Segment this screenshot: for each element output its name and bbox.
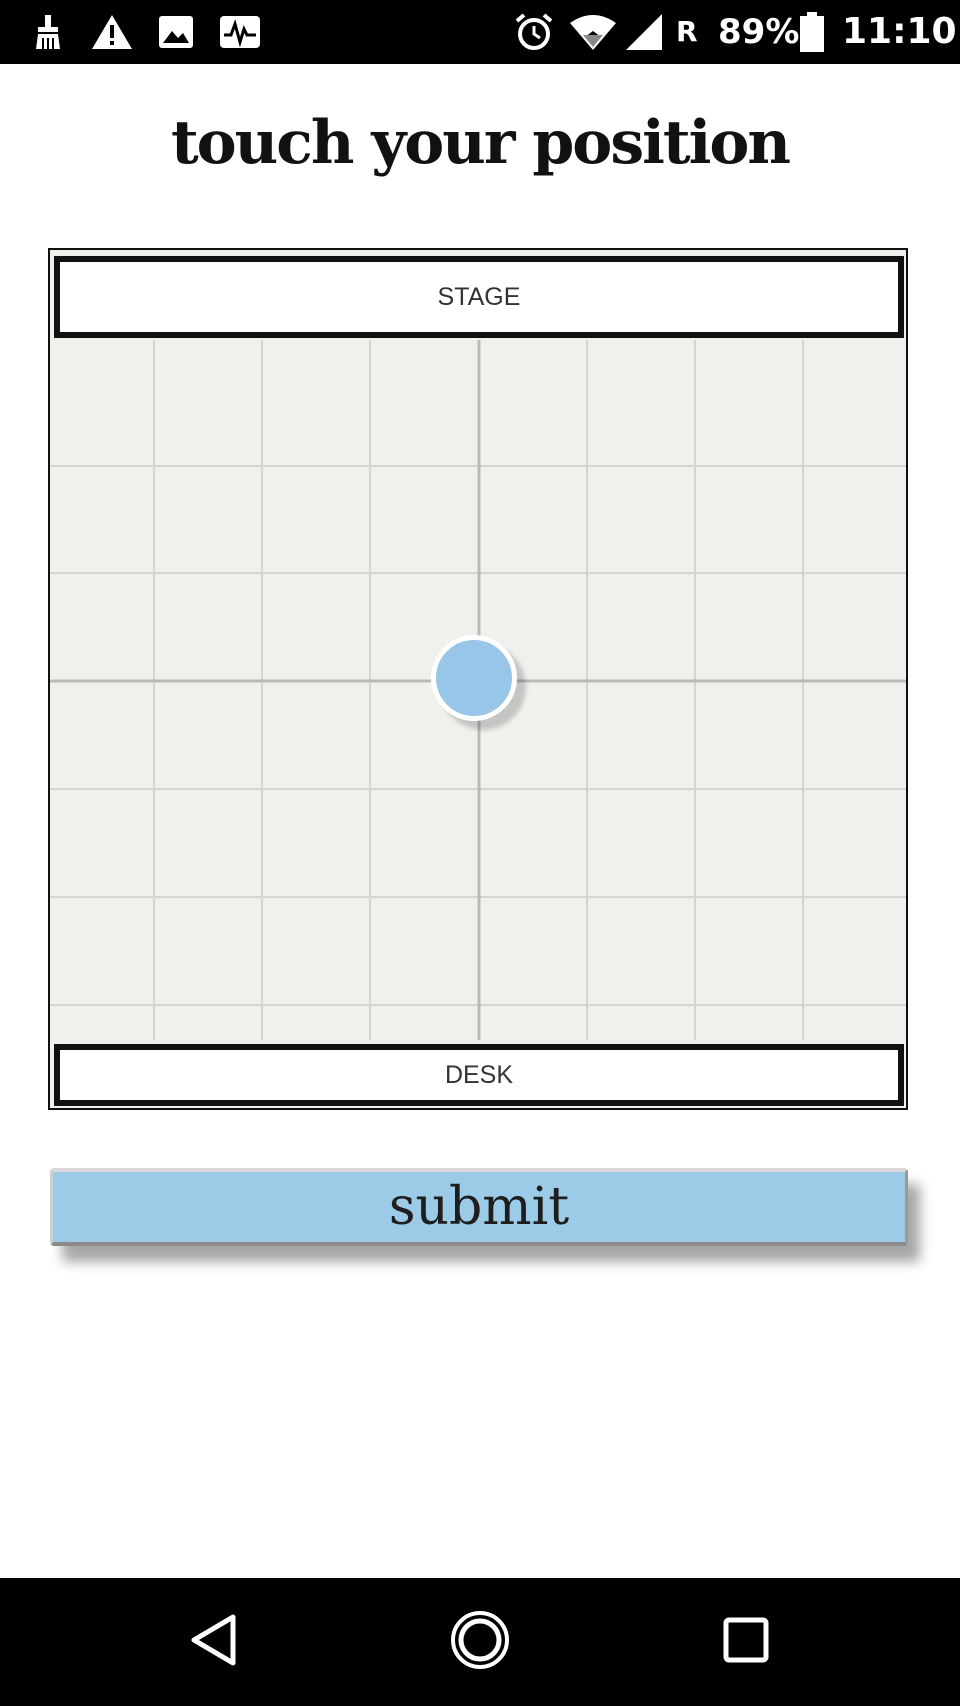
activity-icon — [218, 12, 262, 52]
battery-icon — [798, 12, 826, 52]
back-icon — [188, 1612, 240, 1672]
stage-label: STAGE — [437, 282, 521, 311]
desk-area: DESK — [54, 1044, 904, 1106]
submit-button[interactable]: submit — [50, 1168, 908, 1246]
home-icon — [449, 1609, 511, 1675]
image-icon — [156, 12, 196, 52]
stage-area: STAGE — [54, 256, 904, 338]
status-bar: R 89% 11:10 — [0, 0, 960, 64]
warning-icon — [88, 12, 136, 52]
screen: R 89% 11:10 touch your position STAGE DE… — [0, 0, 960, 1706]
battery-percent: 89% — [718, 12, 800, 52]
recents-icon — [722, 1616, 770, 1668]
page-title: touch your position — [170, 108, 791, 178]
home-button[interactable] — [440, 1602, 520, 1682]
desk-label: DESK — [444, 1060, 514, 1089]
signal-icon — [622, 12, 666, 52]
recents-button[interactable] — [706, 1602, 786, 1682]
alarm-icon — [512, 12, 556, 52]
back-button[interactable] — [174, 1602, 254, 1682]
nav-bar — [0, 1578, 960, 1706]
clock: 11:10 — [842, 11, 957, 52]
seat-map[interactable]: STAGE DESK — [48, 248, 908, 1110]
signal-label: R — [676, 15, 698, 48]
cleaner-icon — [28, 12, 68, 52]
wifi-icon — [568, 12, 618, 52]
position-marker[interactable] — [431, 635, 517, 721]
